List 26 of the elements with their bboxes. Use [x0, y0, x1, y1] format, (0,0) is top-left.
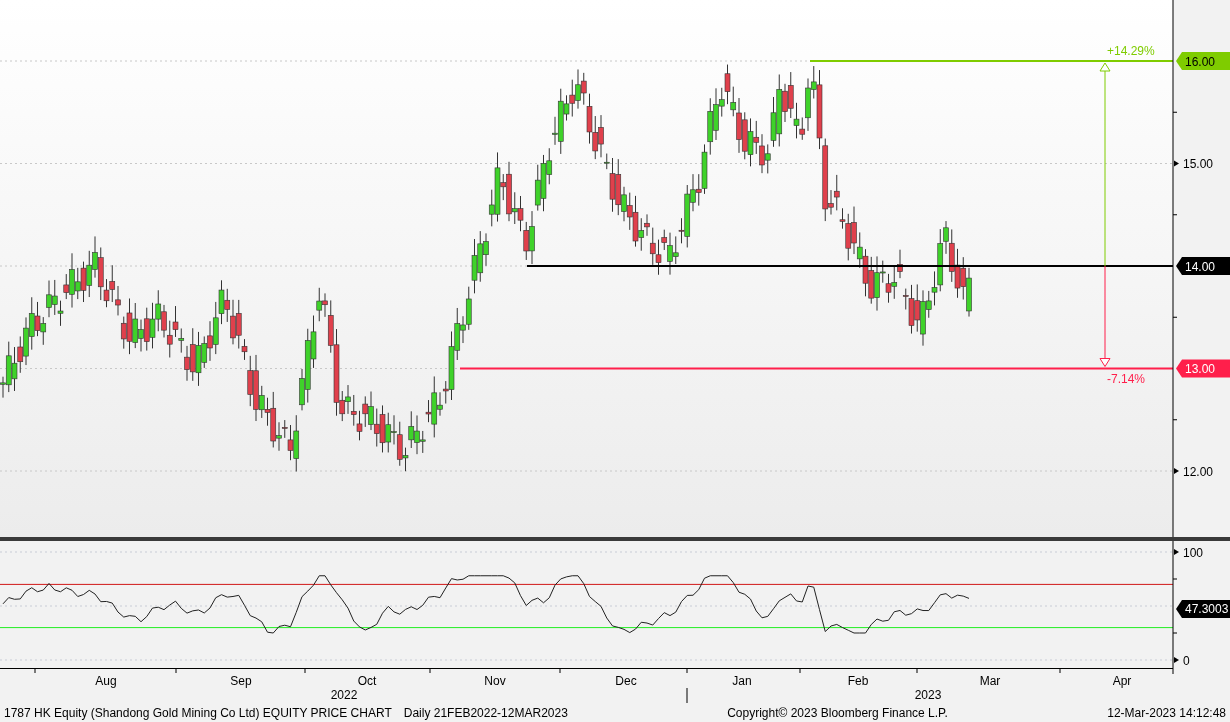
year-label: 2023 — [914, 688, 942, 702]
timestamp: 12-Mar-2023 14:12:48 — [1107, 705, 1226, 720]
price-axis-label: 12.00 — [1174, 464, 1214, 479]
indicator-axis-label: 100 — [1174, 545, 1204, 560]
month-label: Dec — [615, 674, 637, 688]
month-label: Apr — [1112, 674, 1132, 688]
security-title: 1787 HK Equity (Shandong Gold Mining Co Ltd) EQUITY PRICE CHART — [4, 705, 392, 720]
month-label: Jan — [732, 674, 752, 688]
month-label: Mar — [979, 674, 1001, 688]
date-range: Daily 21FEB2022-12MAR2023 — [403, 705, 568, 720]
price-tag: 14.00 — [1176, 257, 1230, 275]
indicator-axis-label: 0 — [1174, 653, 1190, 668]
price-axis-label: 15.00 — [1174, 157, 1214, 171]
copyright-text: Copyright© 2023 Bloomberg Finance L.P. — [727, 705, 948, 720]
month-label: Aug — [95, 674, 117, 688]
month-label: Feb — [847, 674, 869, 688]
price-tag: 16.00 — [1176, 52, 1230, 70]
year-label: 2022 — [330, 688, 358, 702]
percent-change-label: +14.29% — [1107, 44, 1155, 58]
month-label: Sep — [230, 674, 252, 688]
month-label: Oct — [357, 674, 377, 688]
year-separator — [686, 687, 688, 703]
month-label: Nov — [484, 674, 506, 688]
price-tag: 13.00 — [1176, 359, 1230, 378]
value-tag: 47.3003 — [1176, 599, 1230, 618]
percent-change-label: -7.14% — [1107, 371, 1146, 386]
